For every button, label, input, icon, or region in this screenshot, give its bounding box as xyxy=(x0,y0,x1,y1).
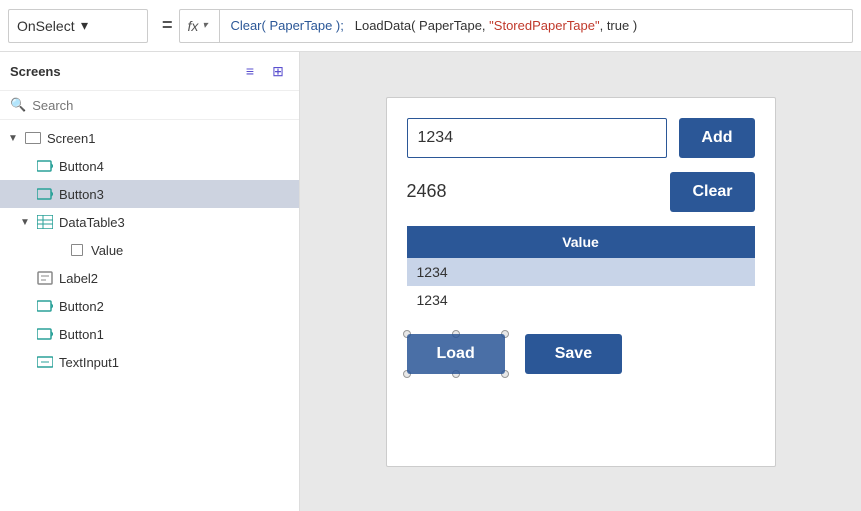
checkbox-icon xyxy=(68,241,86,259)
table-header-value: Value xyxy=(407,226,755,258)
add-button[interactable]: Add xyxy=(679,118,754,158)
formula-content: Clear( PaperTape ); LoadData( PaperTape,… xyxy=(220,18,647,33)
sidebar-item-button3[interactable]: Button3 xyxy=(0,180,299,208)
equals-symbol: = xyxy=(162,15,173,36)
data-table: Value 1234 1234 xyxy=(407,226,755,314)
formula-chevron-icon: ▾ xyxy=(198,20,211,31)
sidebar-item-label: Value xyxy=(91,243,123,258)
search-icon: 🔍 xyxy=(10,97,26,113)
clear-button[interactable]: Clear xyxy=(670,172,754,212)
sidebar-item-label: DataTable3 xyxy=(59,215,125,230)
textinput-icon xyxy=(36,353,54,371)
grid-view-icon[interactable]: ⊞ xyxy=(267,60,289,82)
sidebar: Screens ≡ ⊞ 🔍 ▼ Screen1 xyxy=(0,52,300,511)
app-preview-card: Add 2468 Clear Value 1234 xyxy=(386,97,776,467)
sidebar-item-label: Button2 xyxy=(59,299,104,314)
sidebar-item-datatable3[interactable]: ▼ DataTable3 xyxy=(0,208,299,236)
toolbar: OnSelect ▾ = fx ▾ Clear( PaperTape ); Lo… xyxy=(0,0,861,52)
table-cell: 1234 xyxy=(407,286,755,314)
button-icon xyxy=(36,325,54,343)
sidebar-item-value[interactable]: Value xyxy=(0,236,299,264)
list-view-icon[interactable]: ≡ xyxy=(239,60,261,82)
screen-icon xyxy=(24,129,42,147)
table-row: 1234 xyxy=(407,258,755,286)
save-button[interactable]: Save xyxy=(525,334,622,374)
sidebar-header: Screens ≡ ⊞ xyxy=(0,52,299,91)
search-input[interactable] xyxy=(32,98,289,113)
sidebar-item-label: Button4 xyxy=(59,159,104,174)
tree-area: ▼ Screen1 Button4 Button3 xyxy=(0,120,299,511)
bottom-button-row: Load Save xyxy=(407,334,755,374)
sidebar-item-button1[interactable]: Button1 xyxy=(0,320,299,348)
formula-bar[interactable]: fx ▾ Clear( PaperTape ); LoadData( Paper… xyxy=(179,9,853,43)
chevron-down-icon: ▾ xyxy=(81,17,139,34)
fx-label: fx xyxy=(188,18,199,34)
label-icon xyxy=(36,269,54,287)
sidebar-item-button4[interactable]: Button4 xyxy=(0,152,299,180)
event-dropdown[interactable]: OnSelect ▾ xyxy=(8,9,148,43)
display-row: 2468 Clear xyxy=(407,172,755,212)
button-icon xyxy=(36,157,54,175)
sidebar-item-button2[interactable]: Button2 xyxy=(0,292,299,320)
main-area: Screens ≡ ⊞ 🔍 ▼ Screen1 xyxy=(0,52,861,511)
sidebar-item-screen1[interactable]: ▼ Screen1 xyxy=(0,124,299,152)
input-row: Add xyxy=(407,118,755,158)
paper-tape-input[interactable] xyxy=(407,118,668,158)
table-cell: 1234 xyxy=(407,258,755,286)
sum-display: 2468 xyxy=(407,181,447,202)
formula-clear-text: Clear( PaperTape ); xyxy=(230,18,343,33)
button-icon xyxy=(36,185,54,203)
sidebar-item-textinput1[interactable]: TextInput1 xyxy=(0,348,299,376)
toggle-icon: ▼ xyxy=(20,217,36,228)
sidebar-item-label: Button1 xyxy=(59,327,104,342)
canvas-area: Add 2468 Clear Value 1234 xyxy=(300,52,861,511)
sidebar-item-label: Screen1 xyxy=(47,131,95,146)
datatable-icon xyxy=(36,213,54,231)
sidebar-item-label: TextInput1 xyxy=(59,355,119,370)
sidebar-item-label2[interactable]: Label2 xyxy=(0,264,299,292)
sidebar-item-label: Button3 xyxy=(59,187,104,202)
load-button-wrapper: Load xyxy=(407,334,505,374)
sidebar-item-label: Label2 xyxy=(59,271,98,286)
search-bar: 🔍 xyxy=(0,91,299,120)
toggle-icon: ▼ xyxy=(8,133,24,144)
formula-loaddata-text: LoadData( PaperTape, "StoredPaperTape", … xyxy=(355,18,637,33)
load-button[interactable]: Load xyxy=(407,334,505,374)
formula-icon: fx ▾ xyxy=(180,10,221,42)
sidebar-title: Screens xyxy=(10,64,61,79)
sidebar-view-icons: ≡ ⊞ xyxy=(239,60,289,82)
table-row: 1234 xyxy=(407,286,755,314)
button-icon xyxy=(36,297,54,315)
event-dropdown-label: OnSelect xyxy=(17,18,75,34)
